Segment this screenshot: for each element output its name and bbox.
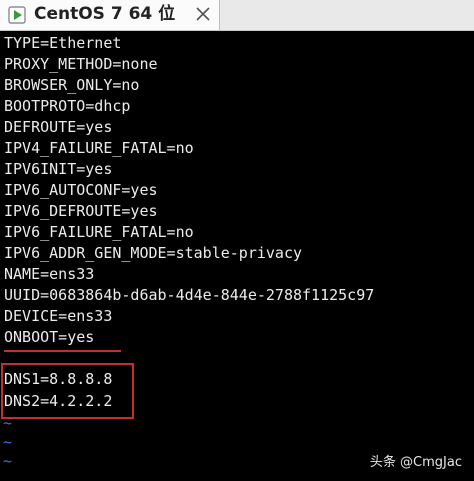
dns-line: DNS1=8.8.8.8 — [4, 370, 113, 388]
config-line: IPV6INIT=yes — [4, 160, 113, 178]
config-line: IPV6_AUTOCONF=yes — [4, 181, 158, 199]
screenshot-frame: CentOS 7 64 位 TYPE=Ethernet PROXY_METHOD… — [0, 0, 474, 481]
tab-title: CentOS 7 64 位 — [34, 4, 176, 24]
config-line: NAME=ens33 — [4, 265, 95, 283]
onboot-highlight-underline — [4, 350, 121, 352]
vm-play-icon — [8, 6, 26, 24]
config-line: IPV4_FAILURE_FATAL=no — [4, 139, 194, 157]
config-line: UUID=0683864b-d6ab-4d4e-844e-2788f1125c9… — [4, 286, 375, 304]
config-line: BOOTPROTO=dhcp — [4, 97, 131, 115]
watermark-text: 头条 @CmgJac — [369, 455, 462, 470]
tab-centos[interactable]: CentOS 7 64 位 — [0, 0, 220, 30]
vim-empty-line-tilde: ~ — [3, 433, 13, 451]
dns-line: DNS2=4.2.2.2 — [4, 392, 113, 410]
config-line: IPV6_DEFROUTE=yes — [4, 202, 158, 220]
config-line: ONBOOT=yes — [4, 328, 95, 346]
vim-empty-line-tilde: ~ — [3, 452, 13, 470]
vim-empty-line-tilde: ~ — [3, 414, 13, 432]
close-icon[interactable] — [193, 4, 213, 24]
tab-bar: CentOS 7 64 位 — [0, 0, 474, 31]
config-line: DEVICE=ens33 — [4, 307, 113, 325]
config-line: TYPE=Ethernet — [4, 34, 122, 52]
terminal-screen[interactable]: TYPE=Ethernet PROXY_METHOD=none BROWSER_… — [0, 31, 474, 481]
config-line: PROXY_METHOD=none — [4, 55, 158, 73]
config-line: IPV6_ADDR_GEN_MODE=stable-privacy — [4, 244, 303, 262]
config-line: IPV6_FAILURE_FATAL=no — [4, 223, 194, 241]
config-line: BROWSER_ONLY=no — [4, 76, 140, 94]
config-line: DEFROUTE=yes — [4, 118, 113, 136]
